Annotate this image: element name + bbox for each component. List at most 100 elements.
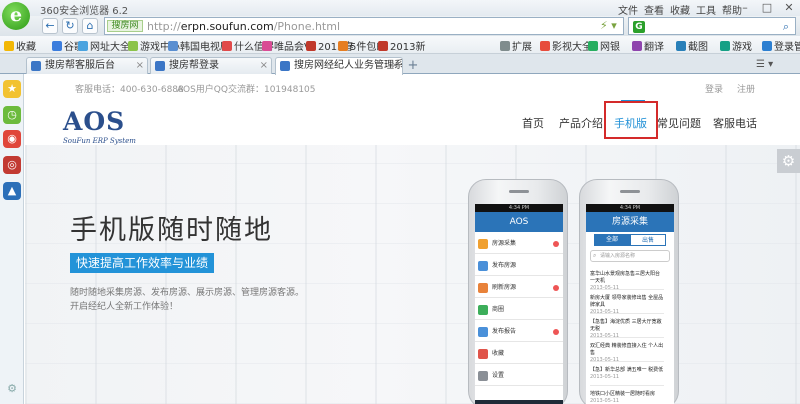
notification-badge	[553, 241, 559, 247]
close-tab-icon[interactable]: ×	[260, 58, 268, 73]
menu-item-icon	[478, 305, 488, 315]
app-menu-item[interactable]: 发布房源	[475, 256, 563, 276]
logo-subtext: SouFun ERP System	[63, 137, 136, 145]
address-toolbar: ← ↻ ⌂ 搜房网 http://erpn.soufun.com/Phone.h…	[0, 16, 800, 36]
bookmark-label: 网银	[600, 42, 620, 53]
back-button[interactable]: ←	[42, 18, 58, 34]
hero-banner: 手机版随时随地 快速提高工作效率与业绩 随时随地采集房源、发布房源、展示房源、管…	[25, 145, 800, 404]
app-menu-item[interactable]: 房源采集	[475, 234, 563, 254]
browser-logo-icon[interactable]: e	[2, 2, 30, 30]
news-title: 【急】新华总部 满五唯一 税费低	[590, 367, 664, 373]
news-date: 2013-05-11	[590, 285, 620, 290]
phone-right-screen: 4:34 PM 房源采集 全部 出售 ⌕ 请输入房源名称 富华山水景观房急售三居…	[586, 204, 674, 404]
nav-home[interactable]: 首页	[522, 115, 544, 131]
app-menu-item[interactable]: 发布报告	[475, 322, 563, 342]
menu-favorites[interactable]: 收藏	[670, 2, 696, 17]
browser-sidebar: ★ ◷ ◉ ◎ ▲ ⚙	[0, 74, 24, 404]
clock-icon[interactable]: ◷	[3, 106, 21, 124]
bookmark-item[interactable]: 登录管家	[762, 38, 800, 53]
news-list-item[interactable]: 新房大厦 领导家装修出售 全屋品牌家具 2013-05-11	[590, 292, 664, 314]
bookmark-item[interactable]: 收藏	[4, 38, 36, 53]
star-icon[interactable]: ★	[3, 80, 21, 98]
bookmark-icon	[78, 41, 88, 51]
bookmark-item[interactable]: 翻译	[632, 38, 664, 53]
browser-menu: 文件 查看 收藏 工具 帮助	[618, 2, 748, 17]
bookmark-item[interactable]: 韩国电视剧	[168, 38, 230, 53]
tab-bar: 搜房帮客服后台 × 搜房帮登录 × 搜房网经纪人业务管理系统(A... × + …	[0, 54, 800, 75]
tab-kefu[interactable]: 搜房帮客服后台 ×	[26, 57, 148, 74]
home-button[interactable]: ⌂	[82, 18, 98, 34]
phone-search-input[interactable]: ⌕ 请输入房源名称	[590, 250, 670, 262]
bookmark-icon	[4, 41, 14, 51]
news-list-item[interactable]: 富华山水景观房急售三居大阳台一天机 2013-05-11	[590, 268, 664, 290]
close-tab-icon[interactable]: ×	[136, 58, 144, 73]
bookmark-icon	[720, 41, 730, 51]
weibo-icon[interactable]: ◉	[3, 130, 21, 148]
register-link[interactable]: 注册	[737, 82, 755, 95]
search-icon[interactable]: ⌕	[779, 20, 793, 34]
bookmarks-bar: 收藏 谷歌 网址大全 游戏中心 韩国电视剧 什么值得 唯品会VI 2013春 5件包邮 2013新…	[0, 36, 800, 54]
close-window-button[interactable]: ✕	[778, 0, 800, 16]
minimize-button[interactable]: –	[734, 0, 756, 16]
bookmark-icon	[52, 41, 62, 51]
segment-sale[interactable]: 出售	[630, 234, 666, 246]
menu-tools[interactable]: 工具	[696, 2, 722, 17]
segment-all[interactable]: 全部	[594, 234, 630, 246]
close-tab-icon[interactable]: ×	[391, 58, 399, 73]
app-icon[interactable]: ▲	[3, 182, 21, 200]
news-list-item[interactable]: 双汇经典 精装修直接入住 个人出售 2013-05-11	[590, 340, 664, 362]
news-list-item[interactable]: 地铁口小区精装一居随时看房 2013-05-11	[590, 388, 664, 404]
tab-login[interactable]: 搜房帮登录 ×	[150, 57, 272, 74]
search-icon: ⌕	[593, 252, 597, 259]
login-link[interactable]: 登录	[705, 82, 723, 95]
bookmark-item[interactable]: 截图	[676, 38, 708, 53]
nav-faq[interactable]: 常见问题	[657, 115, 701, 131]
bookmark-item[interactable]: 网址大全	[78, 38, 130, 53]
url-input[interactable]: 搜房网 http://erpn.soufun.com/Phone.html	[104, 17, 624, 35]
web-page: 客服电话：400-630-6888 AOS用户QQ交流群：101948105 登…	[25, 75, 800, 404]
news-list-item[interactable]: 【急售】海淀优质 三居大厅宽敞 无税 2013-05-11	[590, 316, 664, 338]
app-menu-item[interactable]: 设置	[475, 366, 563, 386]
bookmark-item[interactable]: 网银	[588, 38, 620, 53]
refresh-button[interactable]: ↻	[62, 18, 78, 34]
app-menu-item[interactable]: 商圈	[475, 300, 563, 320]
menu-item-label: 收藏	[492, 350, 505, 357]
bookmark-item[interactable]: 扩展	[500, 38, 532, 53]
bookmark-label: 收藏	[16, 42, 36, 53]
tab-menu-button[interactable]: ☰ ▾	[756, 59, 773, 70]
menu-item-label: 设置	[492, 372, 505, 379]
qq-group-text: AOS用户QQ交流群：101948105	[177, 85, 316, 95]
lightning-icon[interactable]: ⚡ ▾	[600, 19, 617, 32]
menu-item-icon	[478, 261, 488, 271]
bookmark-item[interactable]: 游戏	[720, 38, 752, 53]
menu-item-label: 发布房源	[492, 262, 517, 269]
menu-item-label: 刷新房源	[492, 284, 517, 291]
news-list-item[interactable]: 【急】新华总部 满五唯一 税费低 2013-05-11	[590, 364, 664, 386]
tab-label: 搜房网经纪人业务管理系统(A...	[294, 60, 403, 71]
maximize-button[interactable]: □	[756, 0, 778, 16]
new-tab-button[interactable]: +	[405, 59, 421, 73]
search-input[interactable]: G ⌕	[628, 17, 796, 35]
nav-hotline[interactable]: 客服电话	[713, 115, 757, 131]
tab-label: 搜房帮登录	[169, 60, 219, 71]
nav-mobile[interactable]: 手机版	[614, 115, 647, 131]
status-bar: 4:34 PM	[586, 204, 674, 212]
nav-products[interactable]: 产品介绍	[559, 115, 603, 131]
bookmark-item[interactable]: 2013新	[378, 38, 425, 53]
news-date: 2013-05-11	[590, 309, 620, 314]
settings-icon[interactable]: ⚙	[3, 380, 21, 398]
target-icon[interactable]: ◎	[3, 156, 21, 174]
phone-speaker	[620, 190, 640, 193]
app-menu-item[interactable]: 刷新房源	[475, 278, 563, 298]
menu-file[interactable]: 文件	[618, 2, 644, 17]
bookmark-icon	[632, 41, 642, 51]
tab-aos[interactable]: 搜房网经纪人业务管理系统(A... ×	[275, 57, 403, 75]
bookmark-label: 2013新	[390, 42, 426, 53]
search-engine-icon[interactable]: G	[633, 21, 645, 33]
tab-favicon-icon	[280, 61, 290, 71]
app-menu-item[interactable]: 收藏	[475, 344, 563, 364]
gear-icon[interactable]: ⚙	[777, 149, 800, 173]
app-bottom-tabs: 首页房源客源更多	[475, 400, 563, 404]
bookmark-item[interactable]: 影视大全	[540, 38, 592, 53]
menu-view[interactable]: 查看	[644, 2, 670, 17]
